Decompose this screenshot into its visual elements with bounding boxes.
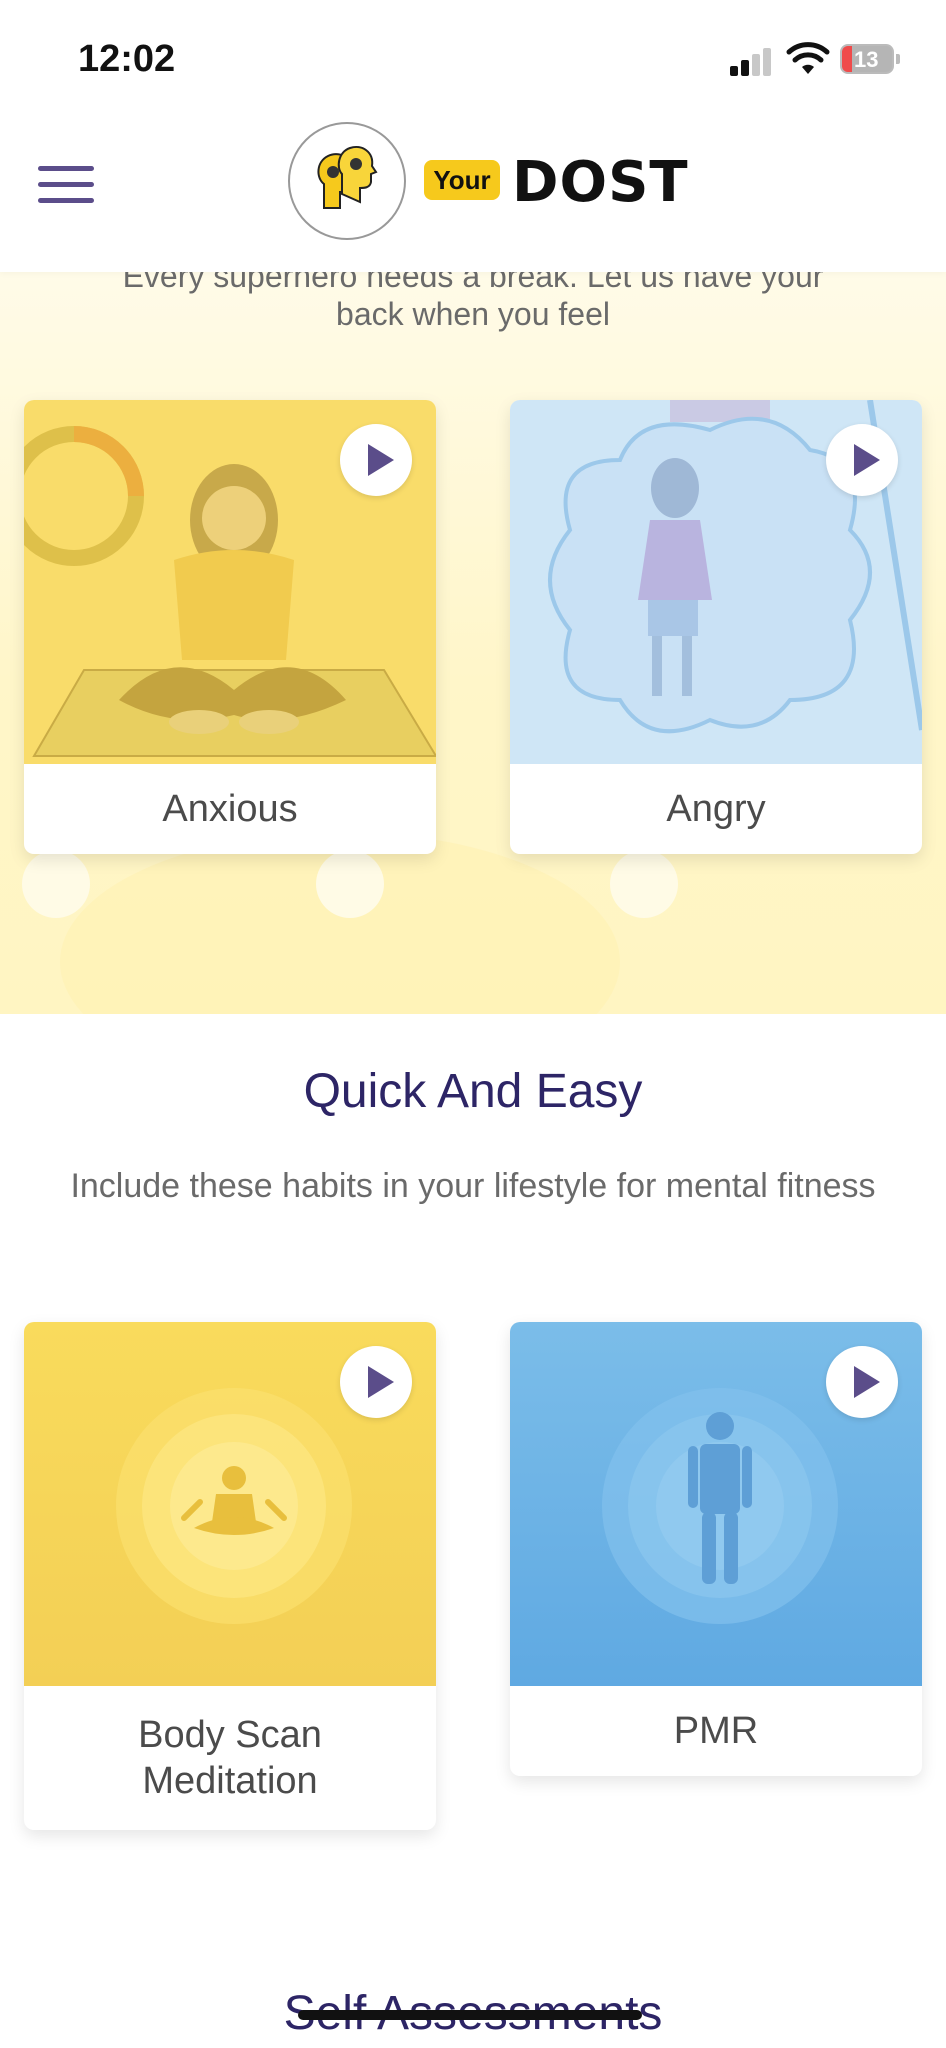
card-label: Anxious bbox=[162, 788, 298, 830]
status-bar: 12:02 13 bbox=[0, 0, 946, 110]
play-button-pmr[interactable] bbox=[826, 1346, 898, 1418]
card-label: Angry bbox=[666, 788, 766, 830]
logo-emblem bbox=[288, 122, 406, 240]
pmr-thumbnail bbox=[510, 1322, 922, 1686]
app-header: Your DOST bbox=[0, 110, 946, 272]
play-button-anxious[interactable] bbox=[340, 424, 412, 496]
battery-level: 13 bbox=[854, 47, 879, 72]
card-label: PMR bbox=[673, 1710, 759, 1752]
mood-card-angry[interactable]: Angry bbox=[510, 400, 922, 854]
quick-card-pmr[interactable]: PMR bbox=[510, 1322, 922, 1776]
quick-easy-subtitle: Include these habits in your lifestyle f… bbox=[70, 1167, 876, 1205]
logo-dost: DOST bbox=[512, 150, 689, 215]
quick-easy-title: Quick And Easy bbox=[303, 1065, 643, 1118]
play-button-angry[interactable] bbox=[826, 424, 898, 496]
heads-logo-icon bbox=[317, 146, 378, 209]
battery-icon: 13 bbox=[840, 44, 894, 74]
anxious-thumbnail bbox=[24, 400, 436, 764]
body-scan-thumbnail bbox=[24, 1322, 436, 1686]
status-time: 12:02 bbox=[78, 38, 176, 80]
mood-subtitle-line2: back when you feel bbox=[336, 296, 610, 332]
quick-card-body-scan[interactable]: Body Scan Meditation bbox=[24, 1322, 436, 1830]
cellular-signal-icon bbox=[730, 46, 774, 76]
mood-card-anxious[interactable]: Anxious bbox=[24, 400, 436, 854]
wifi-icon bbox=[786, 42, 830, 74]
mood-section: Every superhero needs a break. Let us ha… bbox=[0, 272, 946, 1014]
logo-your: Your bbox=[424, 160, 500, 200]
home-indicator[interactable] bbox=[298, 2010, 642, 2020]
angry-thumbnail bbox=[510, 400, 922, 764]
play-button-body-scan[interactable] bbox=[340, 1346, 412, 1418]
card-label: Body Scan Meditation bbox=[138, 1714, 322, 1802]
menu-icon[interactable] bbox=[38, 162, 98, 206]
